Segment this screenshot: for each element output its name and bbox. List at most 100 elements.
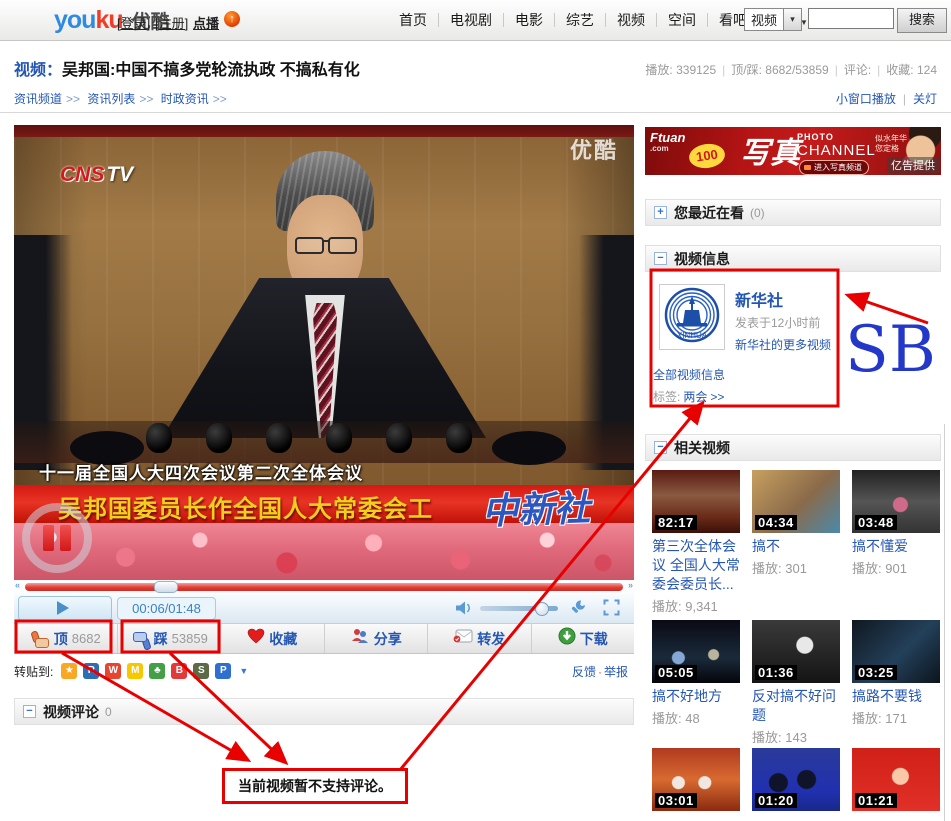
seek-handle[interactable] — [154, 581, 178, 593]
social-icon-5[interactable]: ♣ — [149, 663, 165, 679]
volume-icon[interactable] — [455, 601, 475, 620]
social-icon-2[interactable]: R — [83, 663, 99, 679]
select-caret-icon[interactable]: ▾ — [783, 9, 801, 30]
related-video-title[interactable]: 搞不 — [752, 537, 844, 556]
uploader-more-videos-link[interactable]: 新华社的更多视频 — [735, 336, 831, 353]
uploader-avatar[interactable]: XINHUA — [659, 284, 725, 350]
seek-back-icon[interactable]: « — [15, 580, 20, 590]
nav-tv-series[interactable]: 电视剧 — [439, 10, 503, 30]
heart-icon — [247, 628, 265, 649]
favorite-button[interactable]: 收藏 — [221, 624, 325, 653]
video-thumbnail[interactable]: 05:05 — [652, 620, 740, 683]
recent-count: (0) — [750, 206, 765, 220]
video-thumbnail[interactable]: 03:25 — [852, 620, 940, 683]
agency-watermark: 中新社 — [481, 479, 591, 535]
nav-video[interactable]: 视频 — [606, 10, 656, 30]
related-video-title[interactable]: 第三次全体会议 全国人大常委会委员长... — [652, 537, 744, 594]
seek-track[interactable] — [25, 583, 623, 591]
lights-off-link[interactable]: 关灯 — [913, 92, 937, 106]
related-video-title[interactable]: 搞路不要钱 — [852, 687, 944, 706]
microphone-icon — [326, 423, 352, 453]
video-thumbnail[interactable]: 04:34 — [752, 470, 840, 533]
social-icon-3[interactable]: W — [105, 663, 121, 679]
social-icon-8[interactable]: P — [215, 663, 231, 679]
video-thumbnail[interactable]: 82:17 — [652, 470, 740, 533]
crumb-politics[interactable]: 时政资讯 — [161, 92, 209, 106]
all-video-info-link[interactable]: 全部视频信息 — [653, 366, 725, 383]
related-video-plays: 播放: 171 — [852, 708, 944, 727]
search-input[interactable] — [808, 8, 894, 29]
people-icon — [350, 628, 370, 649]
youku-logo[interactable]: youku 优酷 — [54, 6, 170, 35]
download-icon — [558, 627, 576, 650]
social-icon-1[interactable]: ★ — [61, 663, 77, 679]
annotation-sb-text: SB — [845, 318, 936, 382]
video-thumbnail[interactable]: 01:20 — [752, 748, 840, 811]
expand-icon[interactable]: + — [654, 206, 667, 219]
video-thumbnail[interactable]: 03:01 — [652, 748, 740, 811]
video-thumbnail[interactable]: 01:36 — [752, 620, 840, 683]
related-video-card: 03:25 搞路不要钱 播放: 171 — [852, 620, 944, 727]
download-button[interactable]: 下载 — [532, 624, 635, 653]
ad-headline: 写真 — [740, 128, 800, 172]
search-button[interactable]: 搜索 — [897, 8, 947, 33]
settings-wrench-icon[interactable] — [570, 599, 587, 621]
nav-space[interactable]: 空间 — [657, 10, 707, 30]
related-videos-header: − 相关视频 — [645, 434, 941, 461]
social-icon-7[interactable]: S — [193, 663, 209, 679]
top-navigation-bar: youku 优酷 [登录] [注册] 点播 ↑ 首页 电视剧 电影 综艺 视频 … — [0, 0, 951, 41]
collapse-icon[interactable]: − — [23, 705, 36, 718]
nav-home[interactable]: 首页 — [388, 10, 438, 30]
crumb-list[interactable]: 资讯列表 — [87, 92, 135, 106]
thumbs-down-button[interactable]: 踩53859 — [118, 624, 222, 653]
report-link[interactable]: 举报 — [604, 665, 628, 679]
tag-more-link[interactable]: >> — [710, 390, 724, 404]
breadcrumb: 资讯频道>> 资讯列表>> 时政资讯>> — [14, 90, 231, 107]
related-video-card: 03:01 — [652, 748, 744, 811]
uploader-name-link[interactable]: 新华社 — [735, 287, 783, 311]
related-video-card: 01:20 — [752, 748, 844, 811]
login-link[interactable]: [登录] — [117, 13, 150, 32]
related-video-title[interactable]: 搞不懂爱 — [852, 537, 944, 556]
pause-overlay-button[interactable] — [22, 503, 92, 573]
vod-link[interactable]: 点播 — [193, 13, 219, 32]
duration-badge: 03:48 — [855, 515, 897, 530]
video-thumbnail[interactable]: 03:48 — [852, 470, 940, 533]
nav-movies[interactable]: 电影 — [504, 10, 554, 30]
share-to-bar: 转贴到: ★ R W M ♣ B S P ▼ 反馈·举报 — [14, 656, 634, 686]
comments-title: 视频评论 — [43, 702, 99, 722]
up-count: 8682 — [72, 631, 101, 646]
seek-forward-icon[interactable]: » — [628, 580, 633, 590]
fullscreen-icon[interactable] — [603, 599, 620, 621]
crumb-channel[interactable]: 资讯频道 — [14, 92, 62, 106]
collapse-icon[interactable]: − — [654, 441, 667, 454]
share-more-caret-icon[interactable]: ▼ — [239, 666, 248, 676]
volume-handle[interactable] — [535, 602, 549, 616]
related-video-title[interactable]: 反对搞不好问题 — [752, 687, 844, 725]
search-scope-select[interactable]: 视频 ▾ — [744, 8, 802, 31]
related-video-card: 01:36 反对搞不好问题 播放: 143 — [752, 620, 844, 746]
register-link[interactable]: [注册] — [155, 13, 188, 32]
thumbs-up-button[interactable]: 顶8682 — [14, 624, 118, 653]
video-thumbnail[interactable]: 01:21 — [852, 748, 940, 811]
ad-cta-button[interactable]: 进入写真频道 — [799, 160, 869, 175]
social-icon-6[interactable]: B — [171, 663, 187, 679]
play-button[interactable] — [18, 596, 112, 621]
nav-variety[interactable]: 综艺 — [555, 10, 605, 30]
share-button[interactable]: 分享 — [325, 624, 429, 653]
related-video-title[interactable]: 搞不好地方 — [652, 687, 744, 706]
tag-link[interactable]: 两会 — [683, 390, 707, 404]
collapse-icon[interactable]: − — [654, 252, 667, 265]
feedback-link[interactable]: 反馈 — [572, 665, 596, 679]
seek-bar[interactable]: « » — [14, 580, 634, 593]
microphone-icon — [206, 423, 232, 453]
social-icon-4[interactable]: M — [127, 663, 143, 679]
player-quick-links: 小窗口播放|关灯 — [836, 90, 937, 107]
ad-banner[interactable]: Ftuan.com 100 写真 PHOTO CHANNEL 似水年华 我们为您… — [645, 127, 941, 175]
duration-badge: 03:25 — [855, 665, 897, 680]
plays-count: 339125 — [676, 63, 716, 77]
video-title-bar: 视频：吴邦国:中国不搞多党轮流执政 不搞私有化 — [14, 56, 360, 80]
mini-player-link[interactable]: 小窗口播放 — [836, 92, 896, 106]
video-player[interactable]: 十一届全国人大四次会议第二次全体会议 吴邦国委员长作全国人大常委会工 中新社 优… — [14, 125, 634, 580]
forward-button[interactable]: 转发 — [428, 624, 532, 653]
